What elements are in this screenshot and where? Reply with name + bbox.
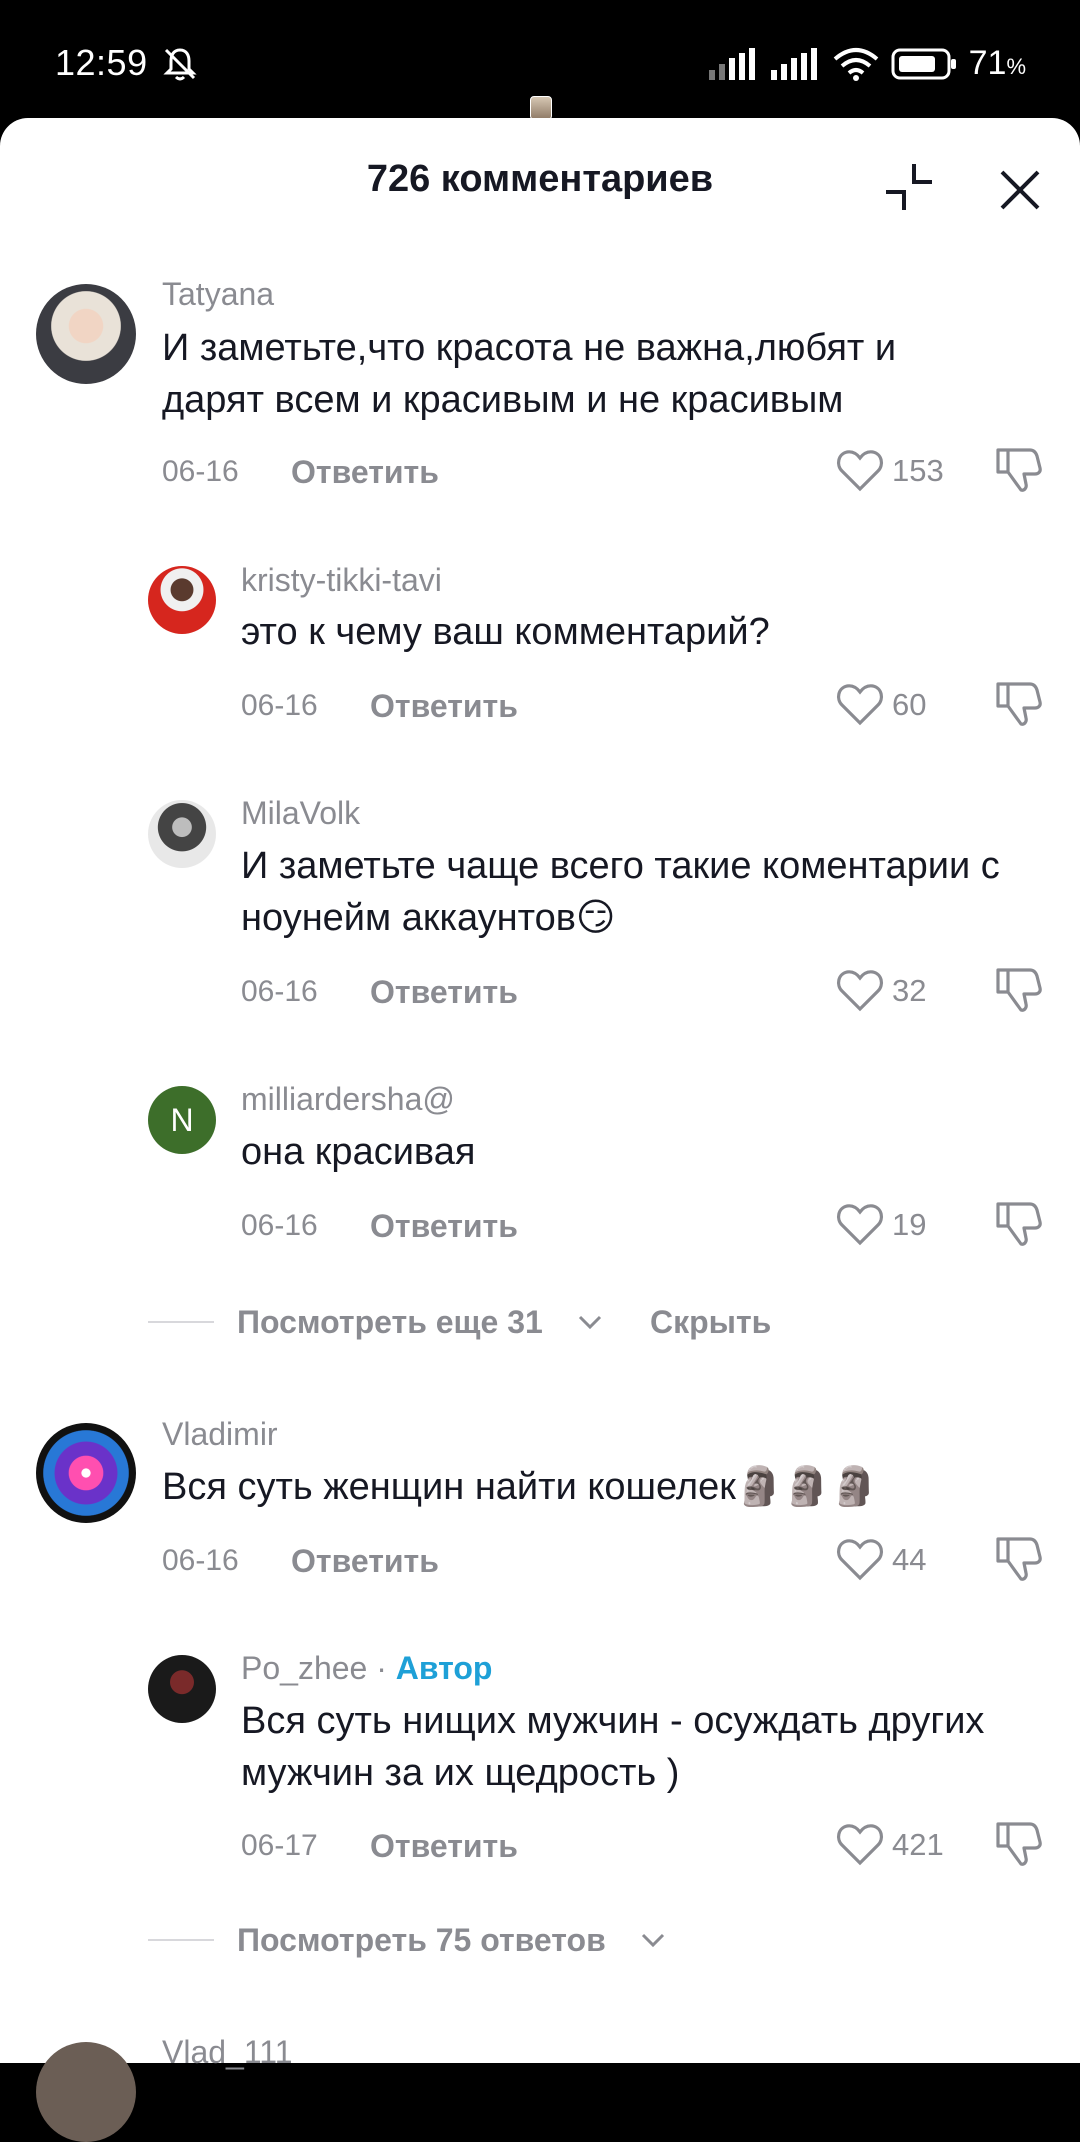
signal-icon: [770, 47, 817, 80]
comment-text: Вся суть нищих мужчин - осуждать других …: [241, 1700, 985, 1794]
wifi-icon: [833, 47, 878, 81]
dislike-icon[interactable]: [994, 964, 1044, 1014]
comment-text: Вся суть женщин найти кошелек🗿🗿🗿: [162, 1466, 878, 1508]
comment-username[interactable]: kristy-tikki-tavi: [241, 562, 442, 599]
comment-username[interactable]: Vlad_111: [162, 2034, 292, 2071]
collapse-icon[interactable]: [880, 158, 940, 218]
video-thumbnail: [530, 96, 552, 120]
dislike-icon[interactable]: [994, 444, 1044, 494]
like-heart-icon[interactable]: [836, 968, 884, 1012]
avatar[interactable]: [36, 2042, 136, 2142]
battery-icon: [891, 48, 956, 79]
status-time: 12:59: [55, 42, 148, 83]
like-count: 153: [892, 453, 944, 488]
avatar-letter: N: [170, 1101, 194, 1138]
avatar[interactable]: N: [148, 1086, 216, 1154]
battery-text: 71%: [968, 44, 1026, 82]
comment-date: 06-17: [241, 1829, 318, 1862]
avatar[interactable]: [148, 566, 216, 634]
reply-button[interactable]: Ответить: [291, 1543, 439, 1580]
comment-text: И заметьте,что красота не важна,любят и …: [162, 327, 897, 421]
avatar[interactable]: [36, 1423, 136, 1523]
divider: [148, 1939, 214, 1941]
like-count: 421: [892, 1827, 944, 1862]
dislike-icon[interactable]: [994, 1533, 1044, 1583]
like-heart-icon[interactable]: [836, 1537, 884, 1581]
dislike-icon[interactable]: [994, 678, 1044, 728]
avatar[interactable]: [36, 284, 136, 384]
like-heart-icon[interactable]: [836, 448, 884, 492]
comment-date: 06-16: [162, 1544, 239, 1577]
avatar[interactable]: [148, 800, 216, 868]
comment-date: 06-16: [241, 1209, 318, 1242]
separator-dot: ·: [367, 1650, 396, 1686]
comment-date: 06-16: [162, 455, 239, 488]
like-count: 19: [892, 1207, 927, 1242]
author-badge: Автор: [395, 1650, 493, 1686]
like-count: 32: [892, 973, 927, 1008]
comment-text: И заметьте чаще всего такие коментарии с…: [241, 845, 1000, 939]
like-heart-icon[interactable]: [836, 1822, 884, 1866]
comment-text: это к чему ваш комментарий?: [241, 611, 770, 653]
comment-date: 06-16: [241, 975, 318, 1008]
reply-button[interactable]: Ответить: [370, 1208, 518, 1245]
comment-username-row: Po_zhee · Автор: [241, 1650, 492, 1687]
view-replies-button[interactable]: Посмотреть 75 ответов: [237, 1922, 606, 1959]
comment-username[interactable]: milliardersha@: [241, 1081, 455, 1118]
chevron-down-icon[interactable]: [577, 1313, 603, 1331]
close-icon[interactable]: [990, 160, 1050, 220]
dislike-icon[interactable]: [994, 1198, 1044, 1248]
like-heart-icon[interactable]: [836, 682, 884, 726]
comments-sheet: 726 комментариев Tatyana И заметьте,что …: [0, 118, 1080, 2142]
hide-replies-button[interactable]: Скрыть: [650, 1304, 771, 1341]
comment-username[interactable]: Po_zhee: [241, 1650, 367, 1686]
signal-icon: [708, 47, 755, 80]
dislike-icon[interactable]: [994, 1818, 1044, 1868]
chevron-down-icon[interactable]: [640, 1931, 666, 1949]
reply-button[interactable]: Ответить: [370, 974, 518, 1011]
comment-date: 06-16: [241, 689, 318, 722]
reply-button[interactable]: Ответить: [370, 1828, 518, 1865]
comment-username[interactable]: MilaVolk: [241, 795, 360, 832]
comment-text: она красивая: [241, 1131, 476, 1173]
comment-username[interactable]: Tatyana: [162, 276, 274, 313]
divider: [148, 1321, 214, 1323]
avatar[interactable]: [148, 1655, 216, 1723]
status-icons: 71%: [708, 44, 1026, 83]
like-count: 44: [892, 1542, 927, 1577]
view-more-button[interactable]: Посмотреть еще 31: [237, 1304, 543, 1341]
comment-username[interactable]: Vladimir: [162, 1416, 278, 1453]
reply-button[interactable]: Ответить: [291, 454, 439, 491]
like-heart-icon[interactable]: [836, 1202, 884, 1246]
reply-button[interactable]: Ответить: [370, 688, 518, 725]
silent-mode-icon: [163, 48, 197, 81]
like-count: 60: [892, 687, 927, 722]
